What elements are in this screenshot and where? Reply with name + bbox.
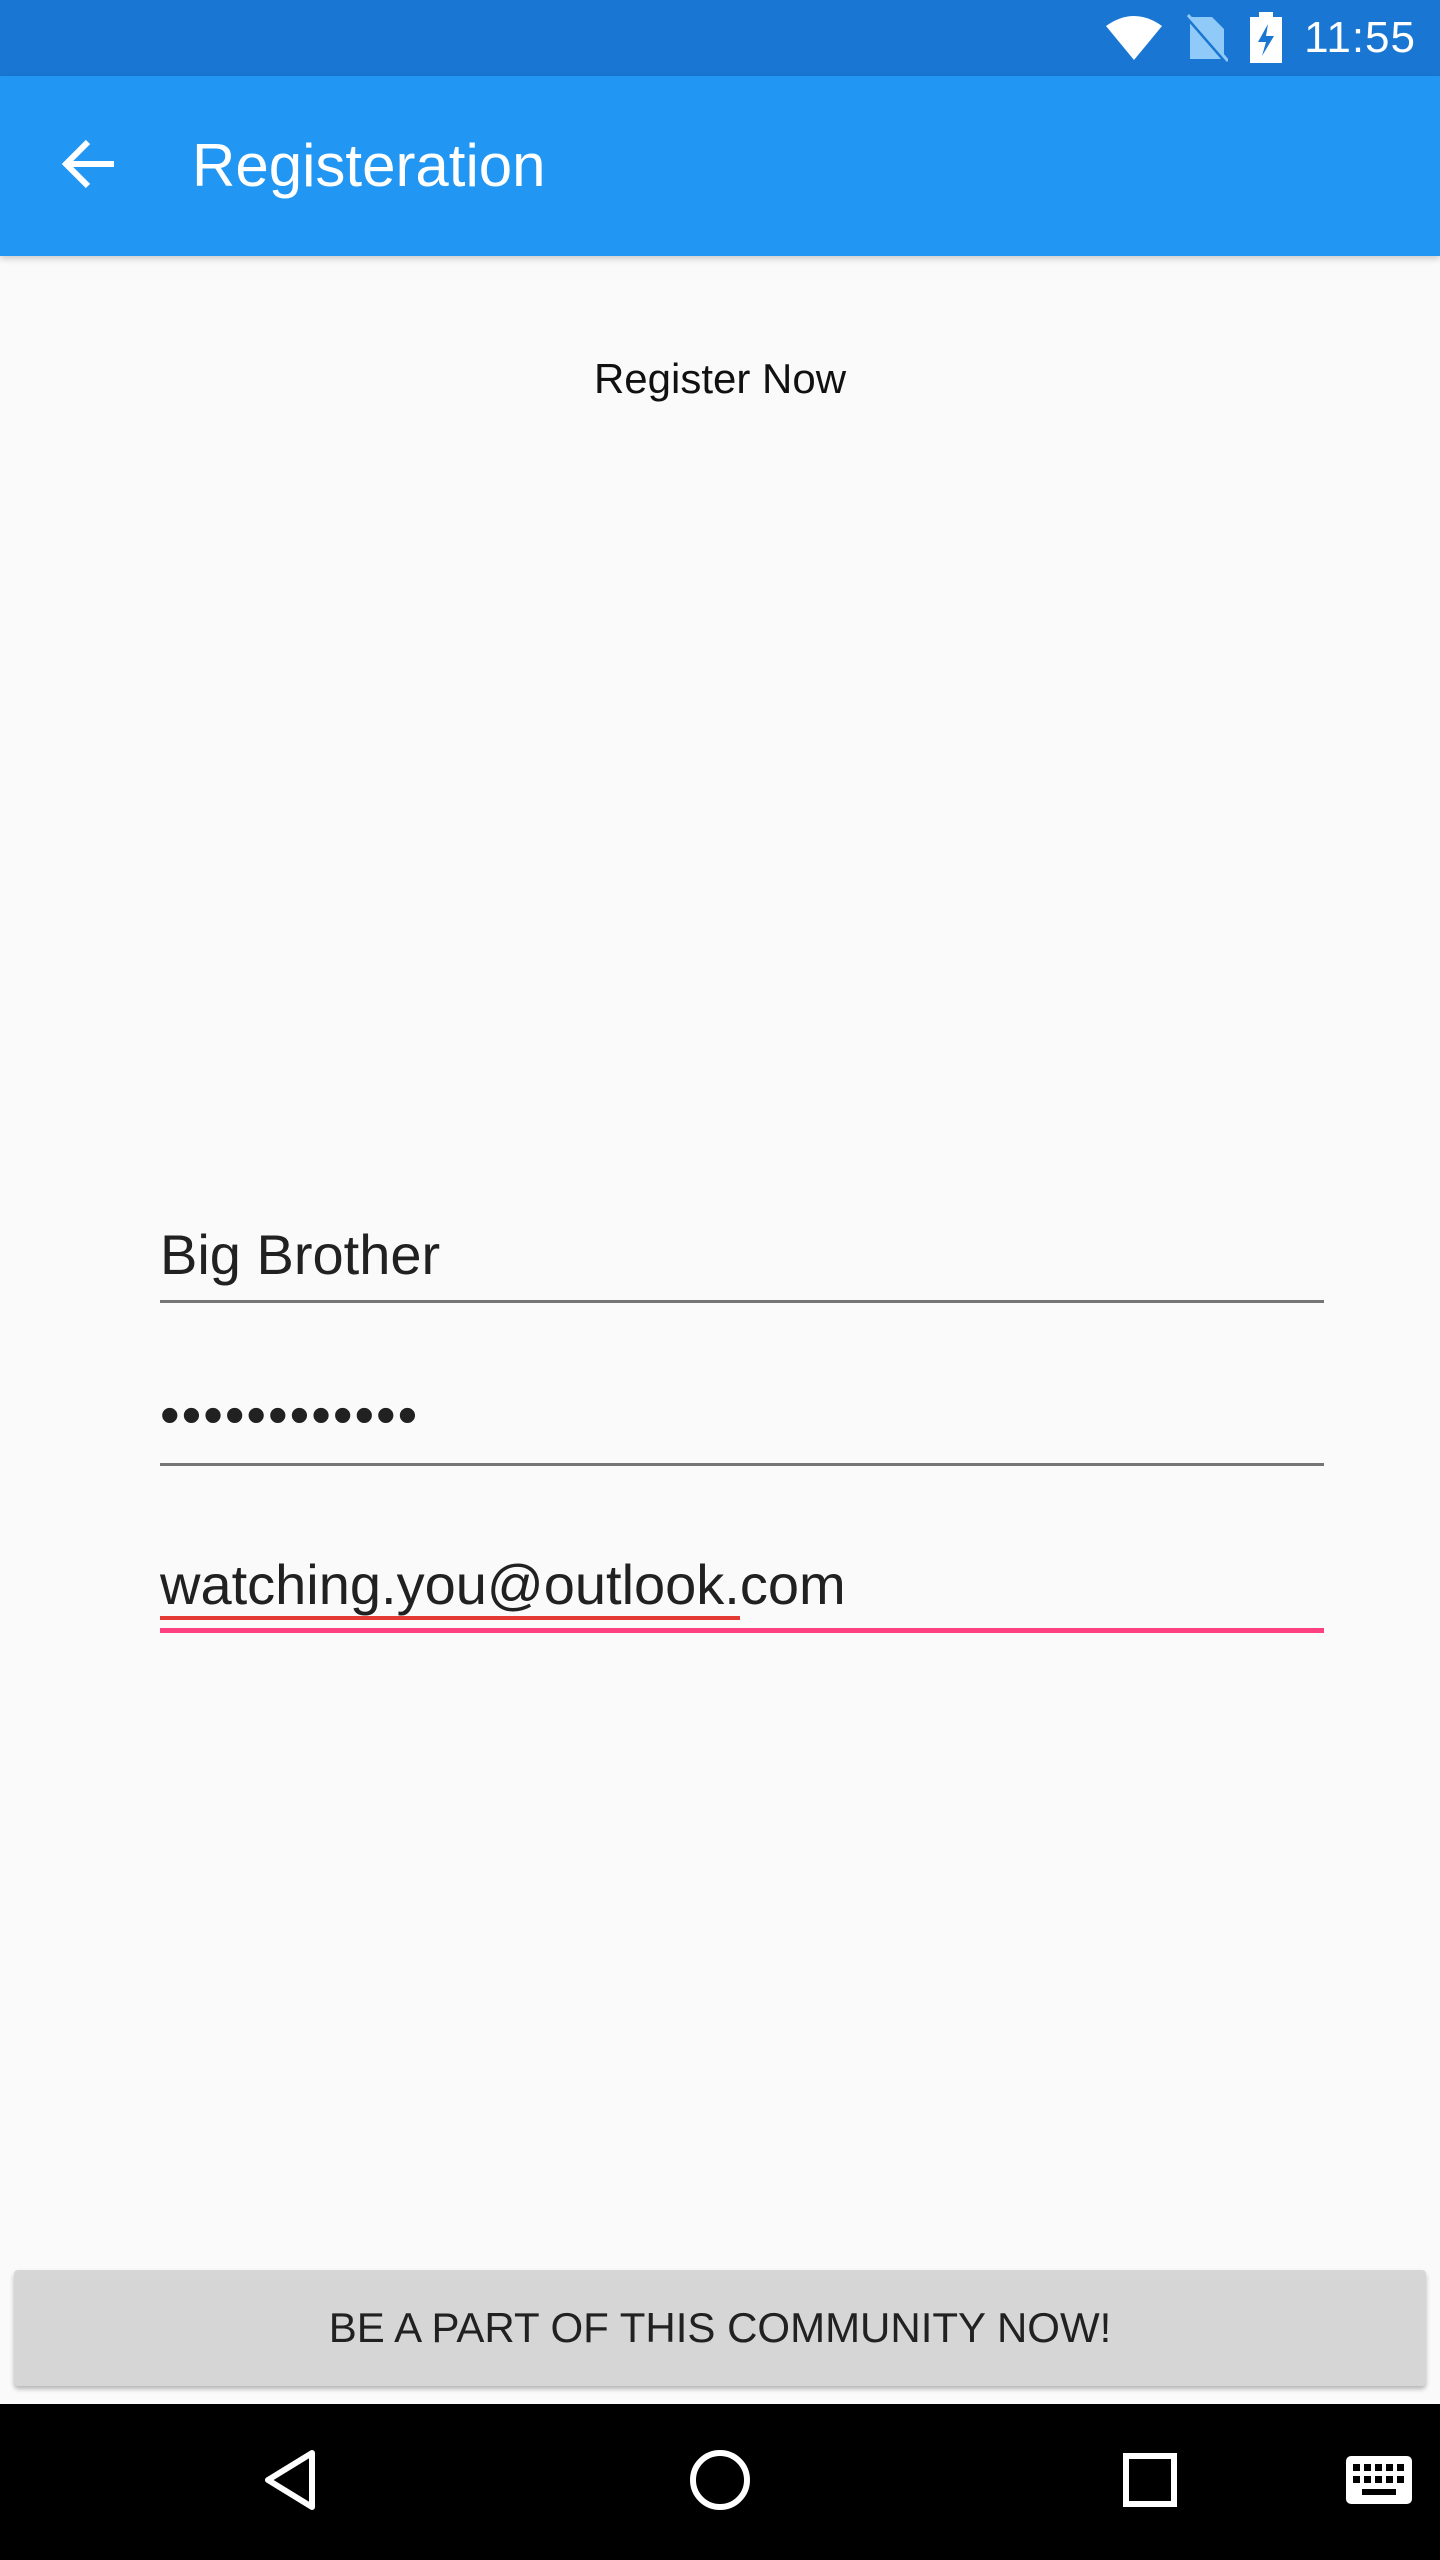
arrow-back-icon xyxy=(60,139,116,194)
battery-charging-icon xyxy=(1248,12,1284,64)
password-field[interactable]: •••••••••••• xyxy=(160,1382,1324,1466)
nav-keyboard-button[interactable] xyxy=(1334,2404,1424,2560)
email-input-value: watching.you@outlook.com xyxy=(160,1552,1324,1620)
join-community-button[interactable]: BE A PART OF THIS COMMUNITY NOW! xyxy=(14,2270,1426,2386)
home-circle-icon xyxy=(688,2448,752,2517)
status-icons: 11:55 xyxy=(1104,0,1416,76)
registration-screen: 11:55 Registeration Register Now Big Bro… xyxy=(0,0,1440,2560)
password-input-value: •••••••••••• xyxy=(160,1383,420,1446)
app-bar: Registeration xyxy=(0,76,1440,256)
email-field[interactable]: watching.you@outlook.com xyxy=(160,1552,1324,1642)
navigation-bar xyxy=(0,2404,1440,2560)
back-triangle-icon xyxy=(262,2449,318,2516)
register-heading: Register Now xyxy=(593,355,847,402)
spellcheck-underline xyxy=(160,1616,740,1620)
status-time: 11:55 xyxy=(1304,13,1416,62)
page-title: Registeration xyxy=(192,132,546,199)
password-field-underline xyxy=(160,1463,1324,1466)
email-misspelled-part: watching.you@outlook xyxy=(160,1553,725,1616)
nav-back-button[interactable] xyxy=(240,2404,340,2560)
name-field[interactable]: Big Brother xyxy=(160,1222,1324,1304)
no-sim-icon xyxy=(1184,13,1229,63)
keyboard-icon xyxy=(1346,2455,1412,2509)
status-bar: 11:55 xyxy=(0,0,1440,76)
email-field-underline xyxy=(160,1628,1324,1633)
name-field-underline xyxy=(160,1300,1324,1303)
back-button[interactable] xyxy=(40,126,136,206)
email-rest: .com xyxy=(724,1553,846,1616)
recents-square-icon xyxy=(1122,2452,1178,2513)
nav-home-button[interactable] xyxy=(670,2404,770,2560)
wifi-icon xyxy=(1104,14,1164,62)
nav-recents-button[interactable] xyxy=(1100,2404,1200,2560)
name-input-value: Big Brother xyxy=(160,1223,441,1286)
